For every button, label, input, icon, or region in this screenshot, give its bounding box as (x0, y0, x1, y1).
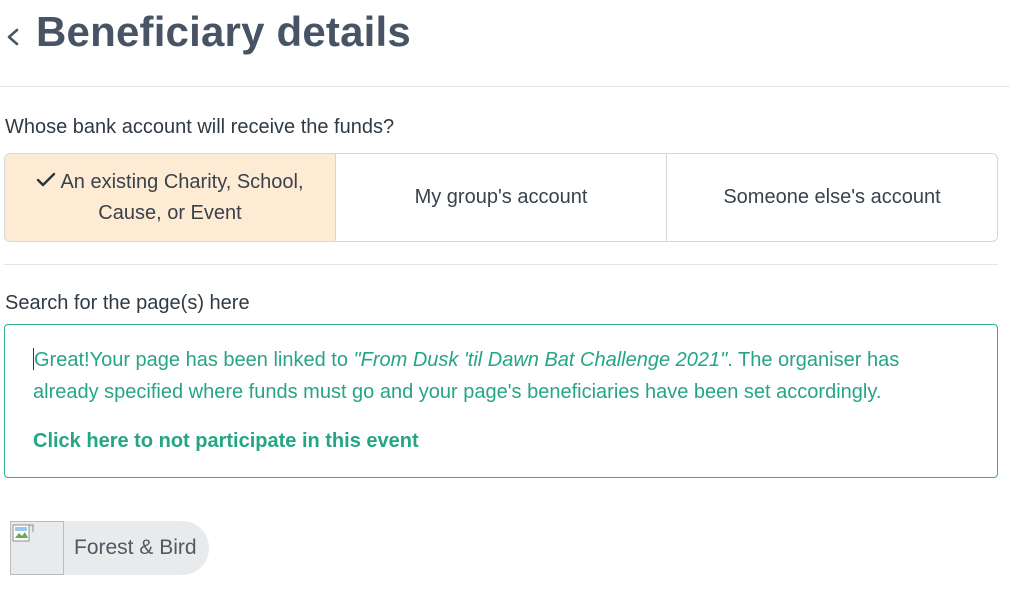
beneficiary-chip[interactable]: Forest & Bird (10, 521, 209, 575)
account-type-selector: An existing Charity, School, Cause, or E… (4, 153, 998, 242)
option-existing-charity[interactable]: An existing Charity, School, Cause, or E… (5, 154, 335, 241)
beneficiary-logo (10, 521, 64, 575)
notice-prefix: Great!Your page has been linked to (34, 349, 354, 371)
notice-message: Great!Your page has been linked to "From… (33, 344, 969, 408)
back-button[interactable] (2, 22, 24, 52)
check-icon (36, 167, 56, 198)
beneficiary-name: Forest & Bird (74, 536, 197, 559)
option-label: My group's account (414, 186, 588, 208)
option-label: An existing Charity, School, Cause, or E… (60, 170, 304, 224)
account-question-label: Whose bank account will receive the fund… (5, 116, 395, 138)
option-my-group-account[interactable]: My group's account (335, 154, 666, 241)
opt-out-link[interactable]: Click here to not participate in this ev… (33, 430, 419, 453)
option-label: Someone else's account (723, 186, 941, 208)
page-header: Beneficiary details (0, 0, 1010, 87)
broken-image-icon (12, 524, 34, 542)
chevron-left-icon (7, 28, 19, 46)
linked-event-notice: Great!Your page has been linked to "From… (4, 324, 998, 478)
option-someone-else-account[interactable]: Someone else's account (666, 154, 997, 241)
page-title: Beneficiary details (36, 8, 411, 55)
search-label: Search for the page(s) here (5, 292, 250, 314)
section-divider (4, 264, 998, 265)
event-name: "From Dusk 'til Dawn Bat Challenge 2021" (353, 349, 728, 371)
